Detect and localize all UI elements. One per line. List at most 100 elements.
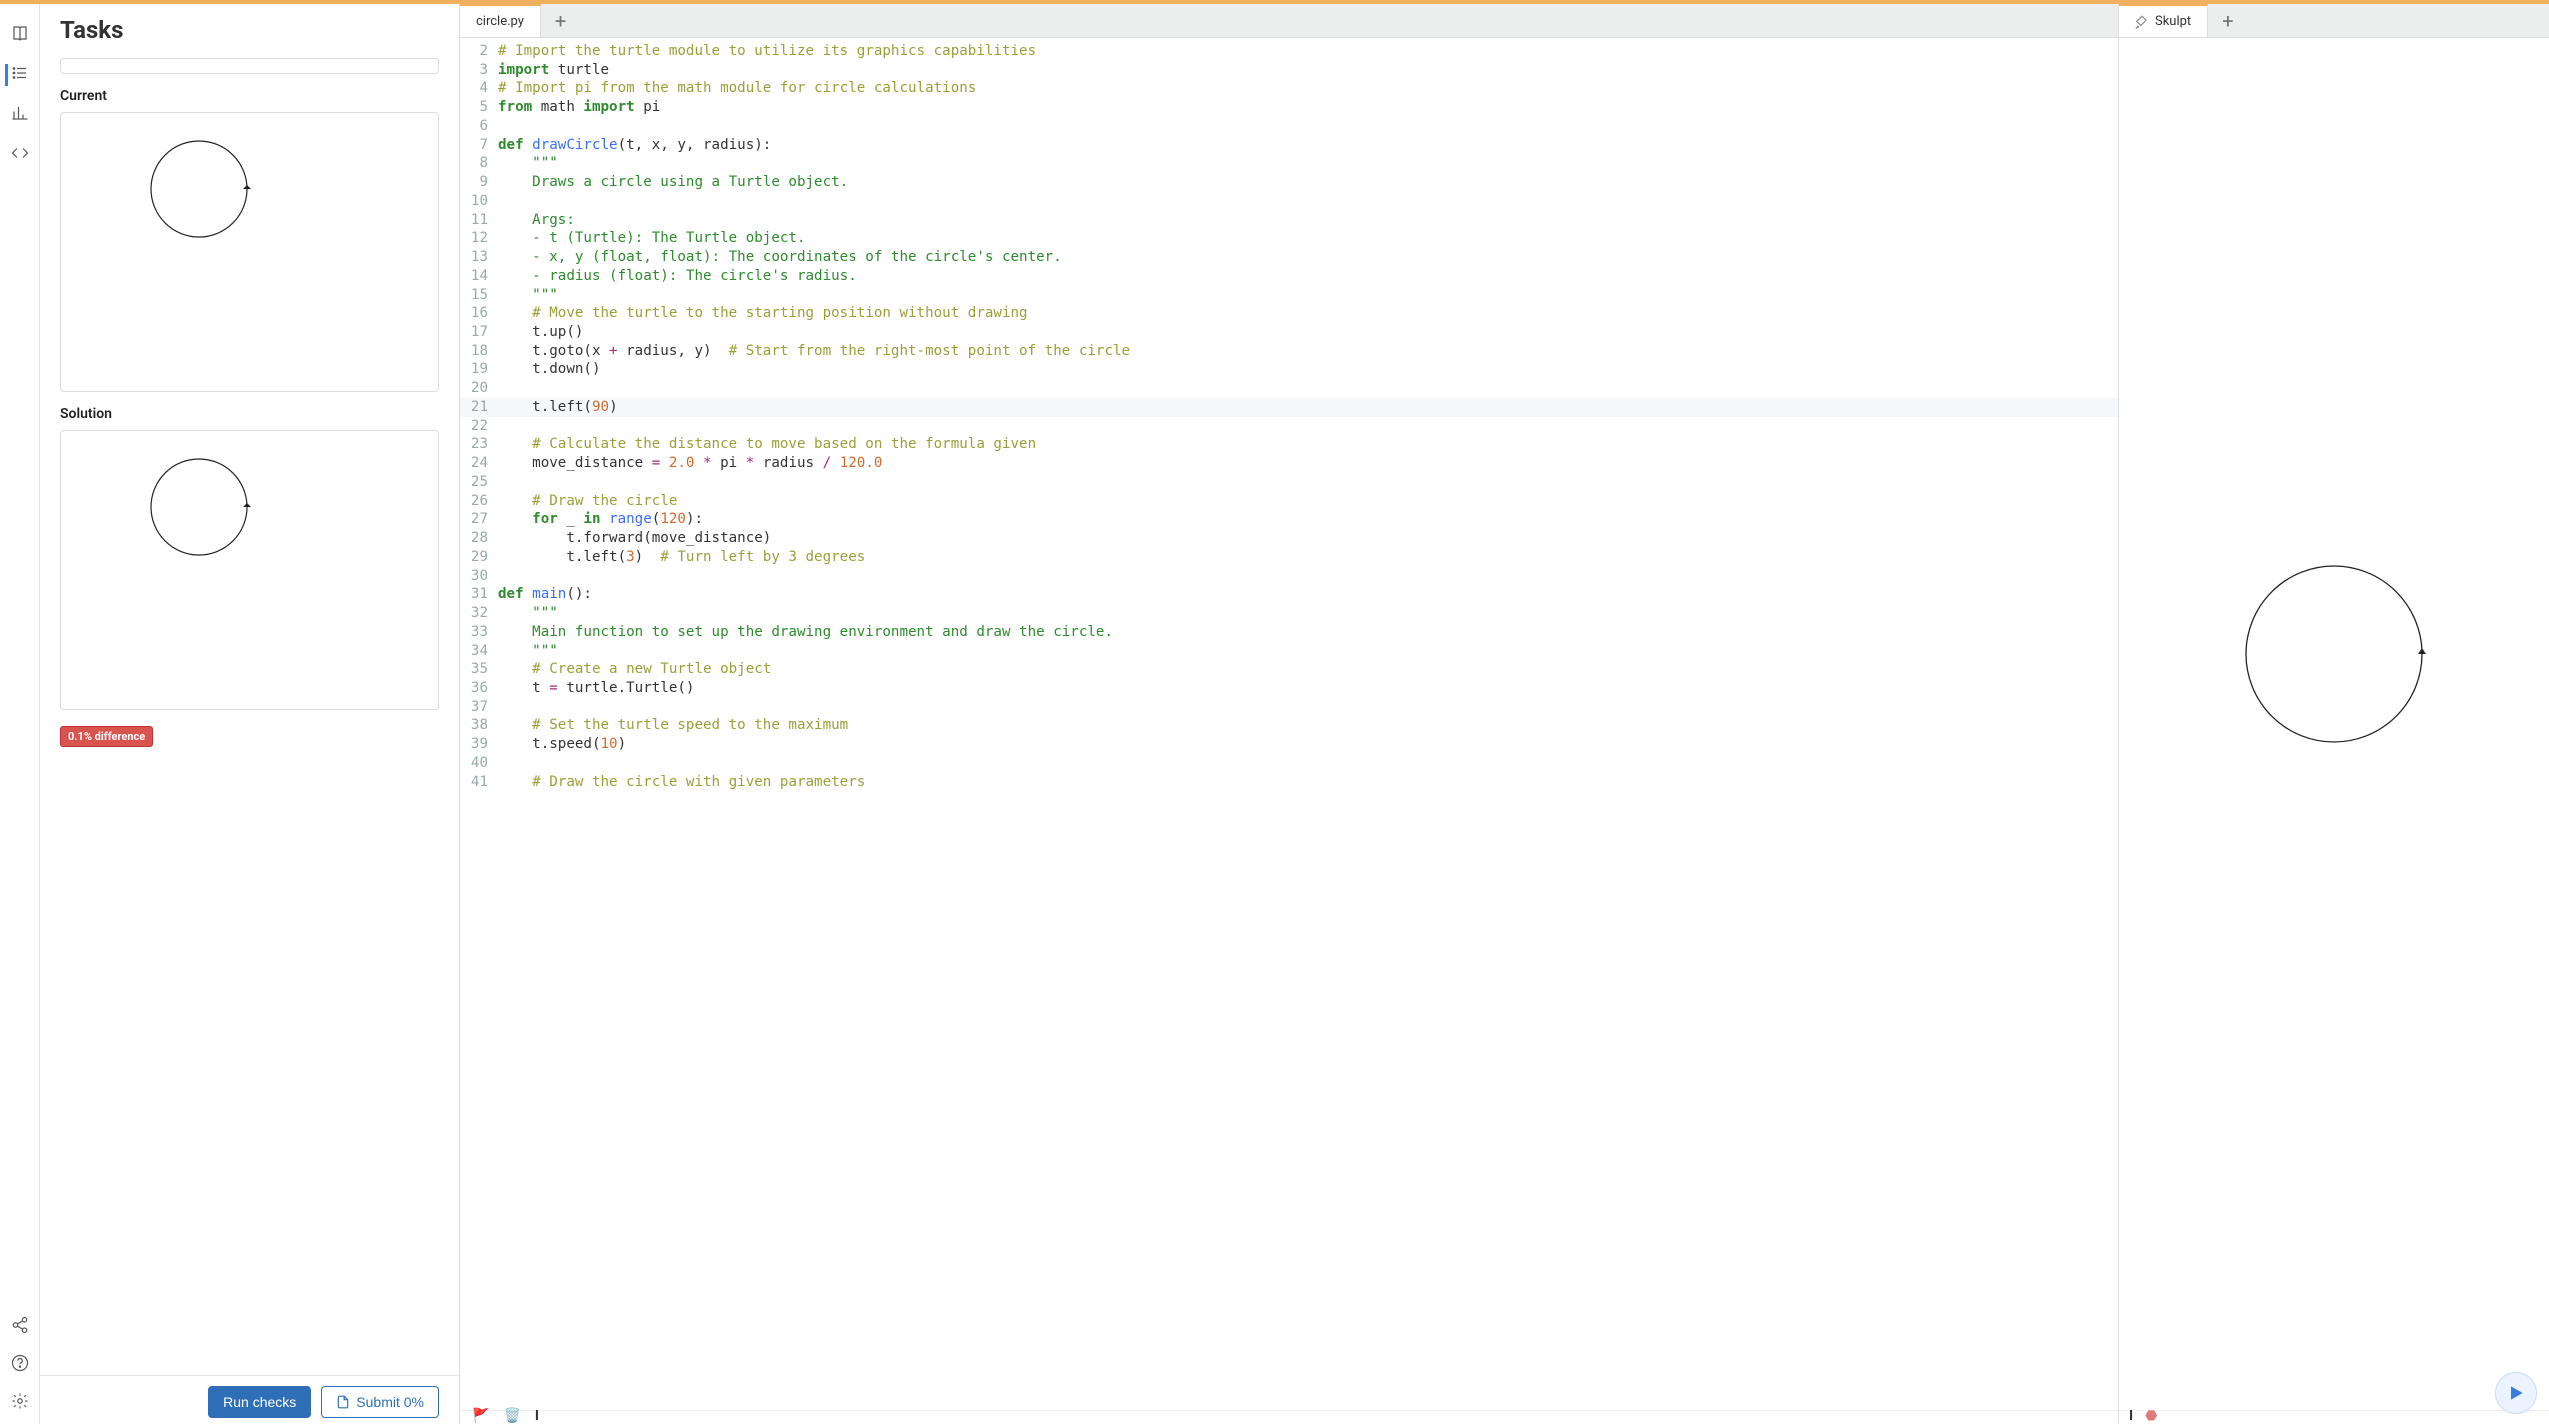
code-line[interactable]: 2# Import the turtle module to utilize i… (460, 42, 2118, 61)
tasks-title: Tasks (40, 4, 459, 58)
cursor-icon[interactable]: I (535, 1408, 539, 1424)
run-checks-button[interactable]: Run checks (208, 1386, 311, 1418)
code-line[interactable]: 39 t.speed(10) (460, 735, 2118, 754)
line-number: 22 (460, 417, 496, 436)
code-line[interactable]: 10 (460, 192, 2118, 211)
tab-circle-py[interactable]: circle.py (460, 4, 541, 37)
code-line[interactable]: 5from math import pi (460, 98, 2118, 117)
code-content: - t (Turtle): The Turtle object. (496, 229, 806, 248)
code-content: t.left(3) # Turn left by 3 degrees (496, 548, 865, 567)
line-number: 24 (460, 454, 496, 473)
code-line[interactable]: 6 (460, 117, 2118, 136)
tab-label: circle.py (476, 14, 524, 29)
trash-icon[interactable]: 🗑️ (503, 1408, 520, 1424)
stop-icon[interactable]: ⬣ (2145, 1408, 2157, 1424)
code-line[interactable]: 40 (460, 754, 2118, 773)
code-content: """ (496, 286, 558, 305)
code-line[interactable]: 22 (460, 417, 2118, 436)
output-toolbar: I ⬣ (2119, 1410, 2549, 1424)
code-line[interactable]: 15 """ (460, 286, 2118, 305)
code-content: # Import the turtle module to utilize it… (496, 42, 1036, 61)
line-number: 15 (460, 286, 496, 305)
code-line[interactable]: 27 for _ in range(120): (460, 510, 2118, 529)
editor-panel: circle.py + 2# Import the turtle module … (460, 4, 2119, 1424)
code-line[interactable]: 13 - x, y (float, float): The coordinate… (460, 248, 2118, 267)
code-line[interactable]: 26 # Draw the circle (460, 492, 2118, 511)
code-line[interactable]: 8 """ (460, 154, 2118, 173)
line-number: 6 (460, 117, 496, 136)
code-content (496, 417, 498, 436)
code-line[interactable]: 24 move_distance = 2.0 * pi * radius / 1… (460, 454, 2118, 473)
output-tab-add[interactable]: + (2208, 5, 2247, 37)
submit-button[interactable]: Submit 0% (321, 1386, 439, 1418)
list-icon[interactable] (5, 64, 29, 86)
tab-skulpt[interactable]: Skulpt (2119, 4, 2208, 37)
play-icon (2506, 1383, 2526, 1403)
code-line[interactable]: 7def drawCircle(t, x, y, radius): (460, 136, 2118, 155)
code-content: Args: (496, 211, 575, 230)
line-number: 28 (460, 529, 496, 548)
code-content: # Calculate the distance to move based o… (496, 435, 1036, 454)
code-content: """ (496, 154, 558, 173)
code-line[interactable]: 9 Draws a circle using a Turtle object. (460, 173, 2118, 192)
line-number: 38 (460, 716, 496, 735)
code-line[interactable]: 20 (460, 379, 2118, 398)
help-icon[interactable] (11, 1354, 29, 1376)
code-line[interactable]: 38 # Set the turtle speed to the maximum (460, 716, 2118, 735)
code-line[interactable]: 36 t = turtle.Turtle() (460, 679, 2118, 698)
current-label: Current (60, 88, 439, 104)
code-line[interactable]: 37 (460, 698, 2118, 717)
code-line[interactable]: 30 (460, 567, 2118, 586)
code-line[interactable]: 14 - radius (float): The circle's radius… (460, 267, 2118, 286)
code-content: - x, y (float, float): The coordinates o… (496, 248, 1062, 267)
line-number: 2 (460, 42, 496, 61)
code-content: t = turtle.Turtle() (496, 679, 694, 698)
flag-icon[interactable]: 🚩 (472, 1408, 489, 1424)
code-line[interactable]: 33 Main function to set up the drawing e… (460, 623, 2118, 642)
code-content: import turtle (496, 61, 609, 80)
code-line[interactable]: 21 t.left(90) (460, 398, 2118, 417)
code-content: # Create a new Turtle object (496, 660, 771, 679)
chart-icon[interactable] (11, 104, 29, 126)
book-icon[interactable] (11, 24, 29, 46)
code-line[interactable]: 17 t.up() (460, 323, 2118, 342)
cursor-icon-2[interactable]: I (2129, 1408, 2133, 1424)
line-number: 32 (460, 604, 496, 623)
code-line[interactable]: 28 t.forward(move_distance) (460, 529, 2118, 548)
code-line[interactable]: 25 (460, 473, 2118, 492)
code-line[interactable]: 19 t.down() (460, 360, 2118, 379)
code-line[interactable]: 32 """ (460, 604, 2118, 623)
line-number: 21 (460, 398, 496, 417)
code-line[interactable]: 34 """ (460, 642, 2118, 661)
line-number: 12 (460, 229, 496, 248)
output-tab-label: Skulpt (2155, 14, 2191, 29)
line-number: 5 (460, 98, 496, 117)
code-line[interactable]: 11 Args: (460, 211, 2118, 230)
line-number: 10 (460, 192, 496, 211)
line-number: 36 (460, 679, 496, 698)
code-line[interactable]: 3import turtle (460, 61, 2118, 80)
share-icon[interactable] (11, 1316, 29, 1338)
output-tabs: Skulpt + (2119, 4, 2549, 38)
code-line[interactable]: 18 t.goto(x + radius, y) # Start from th… (460, 342, 2118, 361)
code-line[interactable]: 4# Import pi from the math module for ci… (460, 79, 2118, 98)
play-button[interactable] (2495, 1372, 2537, 1414)
line-number: 3 (460, 61, 496, 80)
editor-toolbar: 🚩 🗑️ I (460, 1410, 2118, 1424)
code-icon[interactable] (11, 144, 29, 166)
code-line[interactable]: 31def main(): (460, 585, 2118, 604)
code-line[interactable]: 16 # Move the turtle to the starting pos… (460, 304, 2118, 323)
code-line[interactable]: 41 # Draw the circle with given paramete… (460, 773, 2118, 792)
code-line[interactable]: 29 t.left(3) # Turn left by 3 degrees (460, 548, 2118, 567)
file-icon (336, 1395, 350, 1409)
code-line[interactable]: 35 # Create a new Turtle object (460, 660, 2118, 679)
gear-icon[interactable] (11, 1392, 29, 1414)
code-line[interactable]: 23 # Calculate the distance to move base… (460, 435, 2118, 454)
tasks-panel: Tasks Current Solution 0.1% difference R… (40, 4, 460, 1424)
code-editor[interactable]: 2# Import the turtle module to utilize i… (460, 38, 2118, 1410)
line-number: 13 (460, 248, 496, 267)
solution-circle (99, 449, 299, 569)
editor-tab-add[interactable]: + (541, 5, 580, 37)
code-line[interactable]: 12 - t (Turtle): The Turtle object. (460, 229, 2118, 248)
code-content (496, 379, 498, 398)
